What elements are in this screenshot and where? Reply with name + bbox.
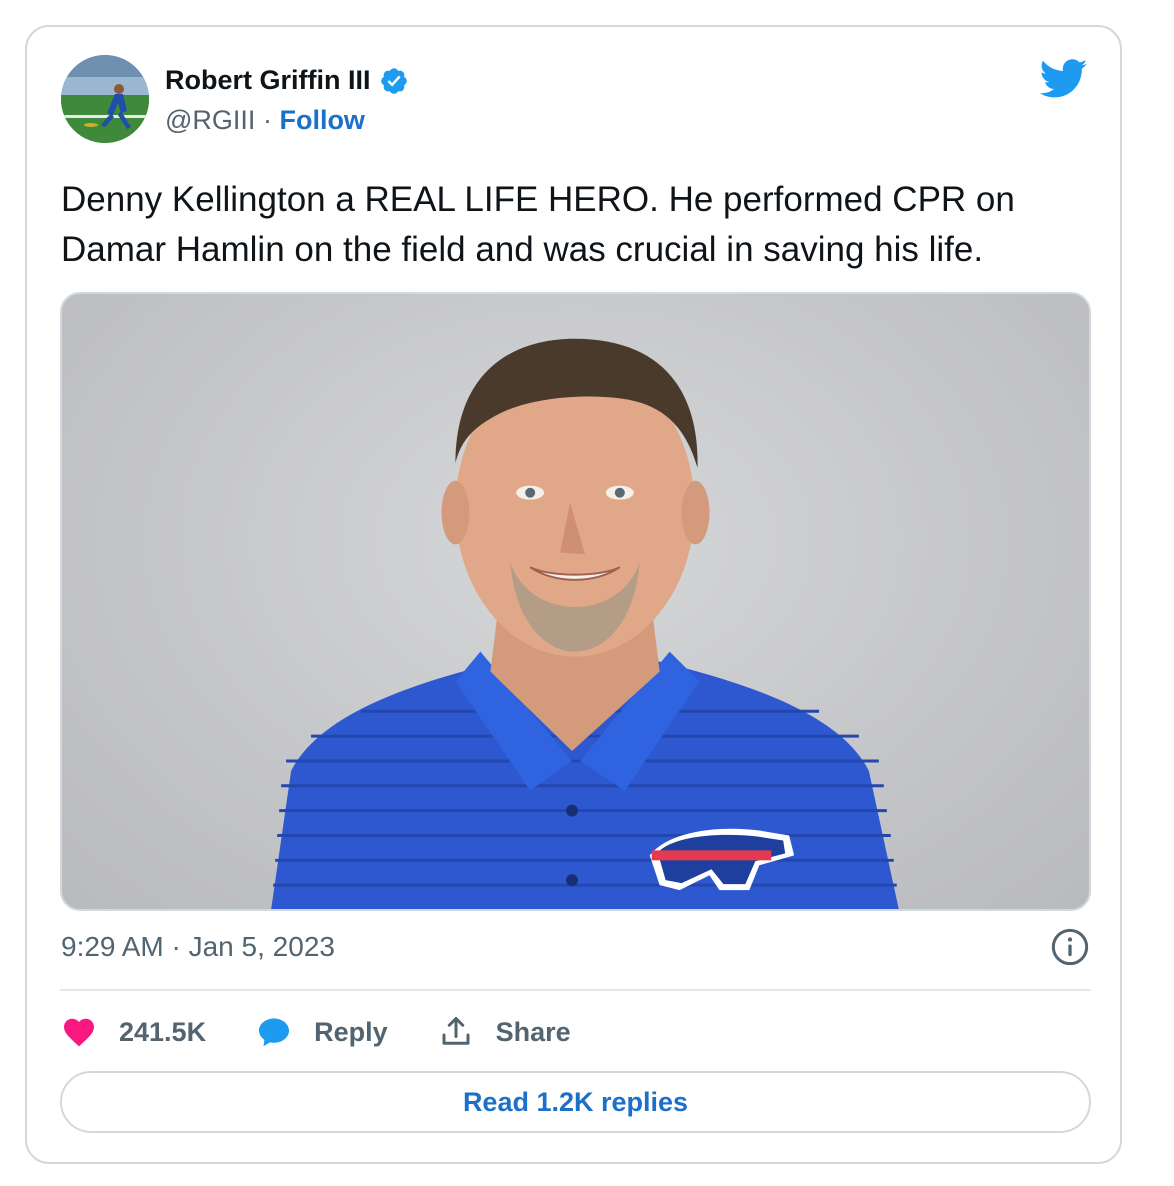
author-avatar[interactable] (61, 55, 149, 143)
heart-icon (64, 1018, 94, 1047)
share-label: Share (495, 1016, 571, 1047)
tweet-text: Denny Kellington a REAL LIFE HERO. He pe… (61, 180, 1015, 269)
action-bar: 241.5K Reply Share (61, 1012, 621, 1052)
handle-separator: · (262, 105, 272, 135)
like-button[interactable]: 241.5K (61, 1014, 206, 1050)
reply-bubble-icon (259, 1018, 290, 1047)
info-icon[interactable] (1050, 927, 1090, 967)
like-count: 241.5K (119, 1016, 207, 1047)
twitter-bird-icon[interactable] (1040, 59, 1088, 99)
reply-button[interactable]: Reply (256, 1014, 388, 1050)
read-replies-button[interactable]: Read 1.2K replies (60, 1071, 1091, 1133)
follow-link[interactable]: Follow (279, 105, 364, 135)
divider (60, 989, 1091, 991)
tweet-card: Robert Griffin III @RGIII · Follow Denny… (25, 25, 1122, 1164)
tweet-photo[interactable] (60, 292, 1091, 911)
avatar-photo (61, 55, 149, 143)
reply-label: Reply (314, 1016, 388, 1047)
verified-badge-icon (380, 67, 407, 94)
tweet-timestamp[interactable]: 9:29 AM · Jan 5, 2023 (61, 931, 335, 963)
author-name[interactable]: Robert Griffin III (165, 65, 371, 96)
share-icon (442, 1017, 470, 1045)
author-handle-row: @RGIII · Follow (165, 105, 365, 136)
portrait-illustration (271, 338, 899, 909)
author-handle[interactable]: @RGIII (165, 105, 255, 135)
share-button[interactable]: Share (438, 1014, 571, 1050)
